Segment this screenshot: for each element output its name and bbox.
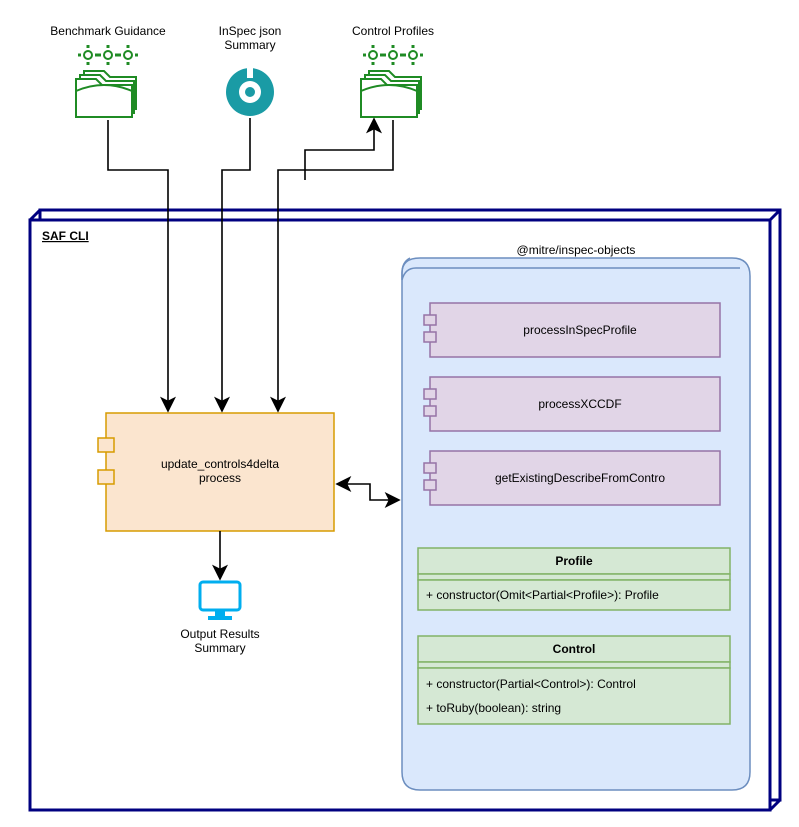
inspec-summary-icon [226,64,274,116]
profile-class-name: Profile [555,554,593,568]
saf-cli-title: SAF CLI [42,229,89,243]
benchmark-guidance-icon [76,45,138,117]
component-3-label: getExistingDescribeFromContro [495,471,665,485]
arrow-into-control-profiles [305,120,374,180]
output-label-2: Summary [194,641,245,655]
control-class-name: Control [553,642,596,656]
component-1-label: processInSpecProfile [523,323,637,337]
profile-class-ctor: + constructor(Omit<Partial<Profile>): Pr… [426,588,659,602]
inspec-summary-label-2: Summary [224,38,275,52]
control-profiles-icon [361,45,423,117]
process-label-2: process [199,471,241,485]
control-profiles-label: Control Profiles [352,24,434,38]
benchmark-guidance-label: Benchmark Guidance [50,24,166,38]
inspec-summary-label-1: InSpec json [219,24,282,38]
control-class-ctor: + constructor(Partial<Control>): Control [426,677,636,691]
component-2-label: processXCCDF [538,397,621,411]
output-label-1: Output Results [180,627,259,641]
control-class-m1: + toRuby(boolean): string [426,701,561,715]
process-label-1: update_controls4delta [161,457,279,471]
package-title: @mitre/inspec-objects [517,243,636,257]
